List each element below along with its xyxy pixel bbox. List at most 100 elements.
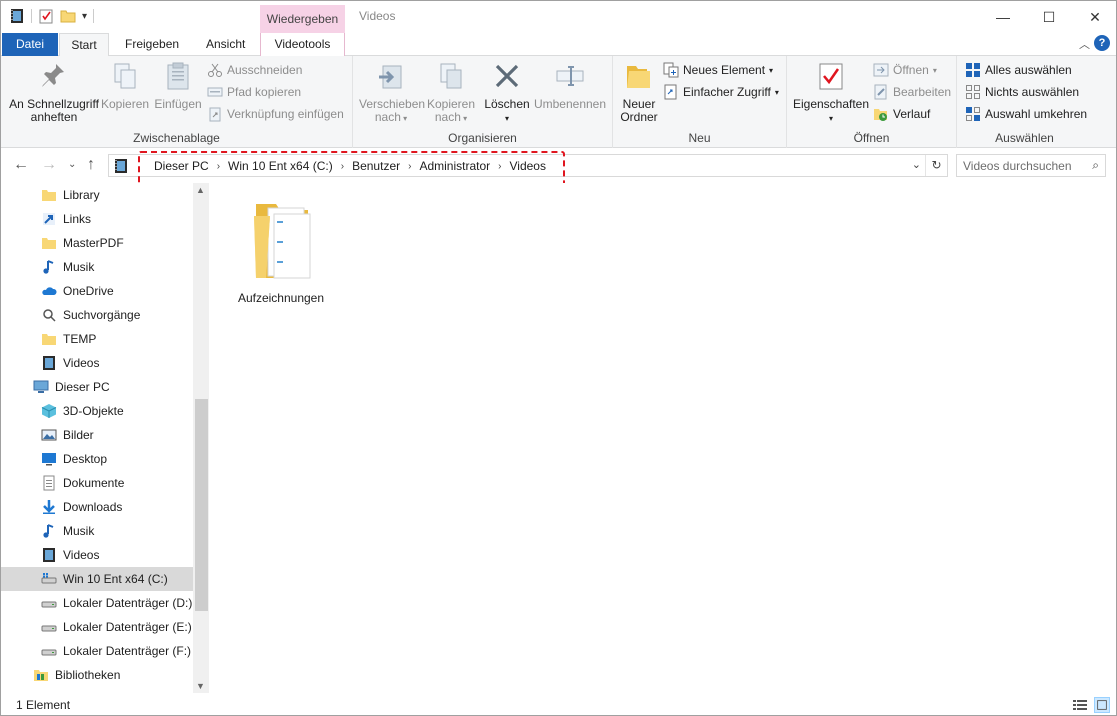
help-icon[interactable]: ?: [1094, 35, 1110, 51]
properties-icon[interactable]: [38, 8, 54, 24]
open-button[interactable]: Öffnen ▾: [873, 60, 937, 80]
nav-item[interactable]: Videos: [41, 351, 99, 375]
chevron-down-icon[interactable]: ⌄: [912, 158, 921, 171]
details-view-icon[interactable]: [1072, 697, 1088, 713]
scrollbar-thumb[interactable]: [195, 399, 208, 611]
up-arrow-icon[interactable]: ↑: [87, 156, 95, 174]
nav-item[interactable]: Dokumente: [41, 471, 124, 495]
folder-label: Aufzeichnungen: [237, 291, 325, 305]
nav-item-label: Dokumente: [63, 476, 125, 490]
copy-to-button[interactable]: Kopieren nach ▾: [425, 60, 477, 125]
nav-item[interactable]: Win 10 Ent x64 (C:): [41, 567, 168, 591]
nav-item[interactable]: Lokaler Datenträger (D:): [41, 591, 192, 615]
easy-access-label: Einfacher Zugriff: [683, 85, 771, 99]
invert-selection-button[interactable]: Auswahl umkehren: [965, 104, 1087, 124]
cut-button[interactable]: Ausschneiden: [207, 60, 302, 80]
paste-icon: [167, 62, 189, 90]
pin-quick-access-button[interactable]: An Schnellzugriff anheften: [7, 60, 101, 124]
window-title: Videos: [359, 9, 396, 23]
tab-view[interactable]: Ansicht: [196, 33, 255, 56]
search-icon: ⌕: [1092, 158, 1099, 172]
customize-qat-icon[interactable]: ▾: [82, 11, 87, 22]
easy-access-button[interactable]: Einfacher Zugriff ▾: [663, 82, 779, 102]
collapse-ribbon-icon[interactable]: ︿: [1079, 36, 1090, 52]
explorer-window: ▾ Wiedergeben Videos — ☐ ✕ Datei Start F…: [0, 0, 1117, 716]
nav-item-label: Downloads: [63, 500, 123, 514]
nav-item[interactable]: Suchvorgänge: [41, 303, 140, 327]
nav-item[interactable]: TEMP: [41, 327, 96, 351]
close-button[interactable]: ✕: [1072, 1, 1116, 33]
tab-videotools[interactable]: Videotools: [260, 33, 345, 56]
tab-share[interactable]: Freigeben: [115, 33, 189, 56]
scroll-down-icon[interactable]: ▼: [196, 681, 205, 691]
new-item-button[interactable]: Neues Element ▾: [663, 60, 773, 80]
large-icons-view-icon[interactable]: [1094, 697, 1110, 713]
forward-arrow-icon[interactable]: →: [41, 156, 57, 174]
address-highlight-box: [138, 151, 565, 186]
group-select: Alles auswählen Nichts auswählen Auswahl…: [957, 56, 1092, 148]
nav-item-label: Bibliotheken: [55, 668, 121, 682]
nav-item-label: Lokaler Datenträger (F:): [63, 644, 192, 658]
nav-item[interactable]: Library: [41, 183, 100, 207]
search-input[interactable]: Videos durchsuchen ⌕: [956, 154, 1106, 177]
delete-icon: [495, 64, 519, 88]
new-item-icon: [663, 62, 679, 78]
move-to-button[interactable]: Verschieben nach ▾: [359, 60, 425, 125]
edit-button[interactable]: Bearbeiten: [873, 82, 951, 102]
group-open: Eigenschaften ▾ Öffnen ▾ Bearbeiten Verlau…: [787, 56, 957, 148]
refresh-icon[interactable]: ↻: [925, 155, 947, 176]
copy-icon: [114, 63, 136, 89]
properties-icon: [819, 63, 843, 90]
properties-button[interactable]: Eigenschaften ▾: [791, 60, 871, 125]
minimize-button[interactable]: —: [980, 1, 1026, 33]
rename-button[interactable]: Umbenennen: [533, 60, 607, 111]
copy-path-button[interactable]: Pfad kopieren: [207, 82, 301, 102]
delete-button[interactable]: Löschen ▾: [483, 60, 531, 125]
ribbon-tabs: Datei Start Freigeben Ansicht Videotools: [1, 33, 1116, 57]
history-button[interactable]: Verlauf: [873, 104, 930, 124]
nav-item[interactable]: Lokaler Datenträger (F:): [41, 639, 191, 663]
new-folder-icon[interactable]: [60, 8, 76, 24]
back-arrow-icon[interactable]: ←: [13, 156, 29, 174]
tab-start[interactable]: Start: [59, 33, 109, 57]
open-label: Öffnen: [893, 63, 929, 77]
tab-file[interactable]: Datei: [2, 33, 58, 56]
cut-label: Ausschneiden: [227, 63, 303, 77]
copy-button[interactable]: Kopieren: [101, 60, 149, 111]
nav-item[interactable]: Bibliotheken: [33, 663, 120, 687]
nav-item[interactable]: Downloads: [41, 495, 122, 519]
nav-item[interactable]: OneDrive: [41, 279, 114, 303]
recent-locations-icon[interactable]: ⌄: [68, 159, 76, 170]
maximize-button[interactable]: ☐: [1026, 1, 1072, 33]
group-organize: Verschieben nach ▾ Kopieren nach ▾ Lösch…: [353, 56, 613, 148]
nav-item[interactable]: 3D-Objekte: [41, 399, 124, 423]
scroll-up-icon[interactable]: ▲: [196, 185, 205, 195]
nav-item[interactable]: Links: [41, 207, 91, 231]
links-icon: [43, 213, 55, 225]
paste-shortcut-button[interactable]: Verknüpfung einfügen: [207, 104, 344, 124]
new-folder-button[interactable]: Neuer Ordner: [617, 60, 661, 124]
divider: [31, 9, 32, 23]
select-none-button[interactable]: Nichts auswählen: [965, 82, 1079, 102]
cloud-icon: [42, 287, 57, 295]
nav-item[interactable]: Desktop: [41, 447, 107, 471]
select-all-button[interactable]: Alles auswählen: [965, 60, 1072, 80]
nav-item[interactable]: Dieser PC: [33, 375, 110, 399]
nav-item[interactable]: Lokaler Datenträger (E:): [41, 615, 192, 639]
folder-item[interactable]: Aufzeichnungen: [234, 196, 328, 305]
video-icon: [11, 9, 23, 23]
paste-button[interactable]: Einfügen: [152, 60, 204, 111]
nav-item-label: Library: [63, 188, 100, 202]
nav-item-label: Bilder: [63, 428, 94, 442]
group-label: Organisieren: [448, 131, 517, 145]
nav-item[interactable]: Musik: [41, 519, 94, 543]
group-label: Öffnen: [853, 131, 890, 145]
music-icon: [43, 524, 54, 538]
pin-label: An Schnellzugriff anheften: [9, 97, 99, 124]
nav-item-label: Musik: [63, 524, 95, 538]
paste-label: Einfügen: [154, 97, 202, 111]
nav-item[interactable]: Musik: [41, 255, 94, 279]
nav-item[interactable]: Bilder: [41, 423, 94, 447]
nav-item[interactable]: Videos: [41, 543, 99, 567]
nav-item[interactable]: MasterPDF: [41, 231, 124, 255]
